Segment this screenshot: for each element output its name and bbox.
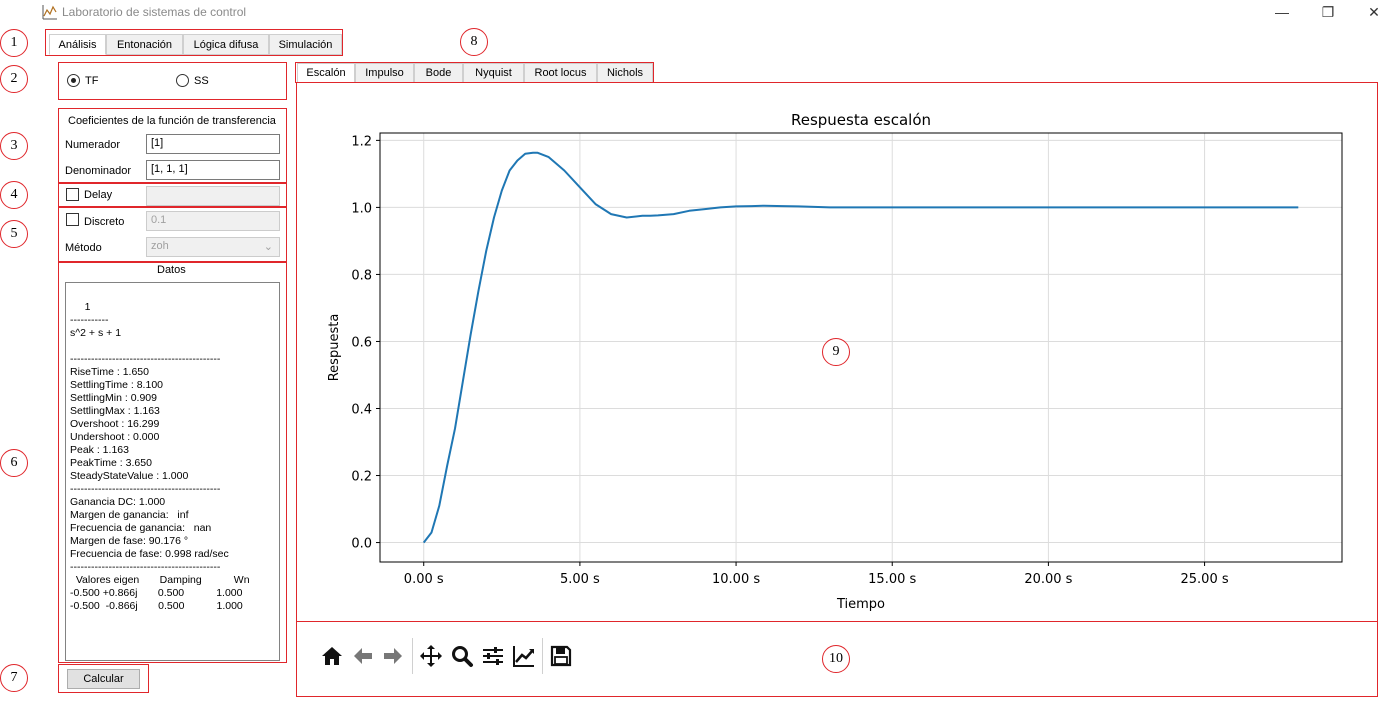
y-tick-label: 0.4 (351, 402, 372, 417)
callout-5: 5 (0, 220, 28, 248)
x-tick-label: 5.00 s (560, 572, 600, 587)
pan-icon[interactable] (419, 644, 443, 668)
back-arrow-icon[interactable] (351, 644, 375, 668)
callout-3: 3 (0, 132, 28, 160)
zoom-icon[interactable] (450, 644, 474, 668)
callout-6: 6 (0, 449, 28, 477)
toolbar-divider (542, 638, 543, 674)
annotation-box-8 (295, 62, 654, 83)
x-axis-label: Tiempo (836, 597, 885, 612)
x-tick-label: 0.00 s (404, 572, 444, 587)
x-tick-label: 10.00 s (712, 572, 760, 587)
method-label: Método (65, 242, 102, 254)
discrete-label: Discreto (84, 216, 125, 228)
y-tick-label: 1.2 (351, 134, 372, 149)
x-tick-label: 25.00 s (1181, 572, 1229, 587)
restore-icon[interactable]: ❐ (1305, 0, 1351, 24)
y-tick-label: 0.2 (351, 470, 372, 485)
minimize-icon[interactable]: — (1259, 0, 1305, 24)
radio-ss-label: SS (194, 75, 209, 87)
chart-title: Respuesta escalón (791, 111, 931, 129)
callout-7: 7 (0, 664, 28, 692)
callout-4: 4 (0, 181, 28, 209)
forward-arrow-icon[interactable] (381, 644, 405, 668)
save-icon[interactable] (549, 644, 573, 668)
numerator-input[interactable]: [1] (146, 134, 280, 154)
radio-ss[interactable] (176, 74, 189, 87)
method-select-value: zoh (151, 240, 169, 252)
radio-tf-label: TF (85, 75, 99, 87)
y-tick-label: 0.0 (351, 537, 372, 552)
callout-8: 8 (460, 28, 488, 56)
x-tick-label: 20.00 s (1024, 572, 1072, 587)
callout-1: 1 (0, 29, 28, 57)
datos-textbox[interactable]: 1 ----------- s^2 + s + 1 --------------… (65, 282, 280, 661)
close-icon[interactable]: ✕ (1351, 0, 1397, 24)
x-tick-label: 15.00 s (868, 572, 916, 587)
denominator-label: Denominador (65, 165, 132, 177)
chevron-down-icon: ⌄ (263, 241, 273, 253)
delay-input[interactable] (146, 186, 280, 206)
series-line-0 (422, 151, 1299, 544)
edit-axes-icon[interactable] (512, 644, 536, 668)
delay-checkbox[interactable] (66, 188, 79, 201)
denominator-input[interactable]: [1, 1, 1] (146, 160, 280, 180)
callout-9: 9 (822, 338, 850, 366)
annotation-box-1 (45, 29, 343, 56)
callout-2: 2 (0, 65, 28, 93)
app-icon (42, 4, 58, 20)
home-icon[interactable] (320, 644, 344, 668)
datos-content: 1 ----------- s^2 + s + 1 --------------… (70, 301, 250, 612)
window-title: Laboratorio de sistemas de control (62, 5, 247, 19)
y-tick-label: 1.0 (351, 201, 372, 216)
y-axis-label: Respuesta (327, 314, 342, 382)
y-tick-label: 0.8 (351, 268, 372, 283)
y-tick-label: 0.6 (351, 335, 372, 350)
subplots-config-icon[interactable] (481, 644, 505, 668)
numerator-label: Numerador (65, 139, 121, 151)
sample-time-input[interactable]: 0.1 (146, 211, 280, 231)
radio-tf[interactable] (67, 74, 80, 87)
toolbar-divider (412, 638, 413, 674)
plot-frame (379, 132, 1343, 563)
delay-label: Delay (84, 189, 113, 201)
tf-coeffs-title: Coeficientes de la función de transferen… (68, 115, 276, 127)
callout-10: 10 (822, 645, 850, 673)
calcular-button[interactable]: Calcular (67, 669, 140, 689)
method-select[interactable]: zoh ⌄ (146, 237, 280, 257)
datos-title: Datos (157, 264, 186, 276)
discrete-checkbox[interactable] (66, 213, 79, 226)
